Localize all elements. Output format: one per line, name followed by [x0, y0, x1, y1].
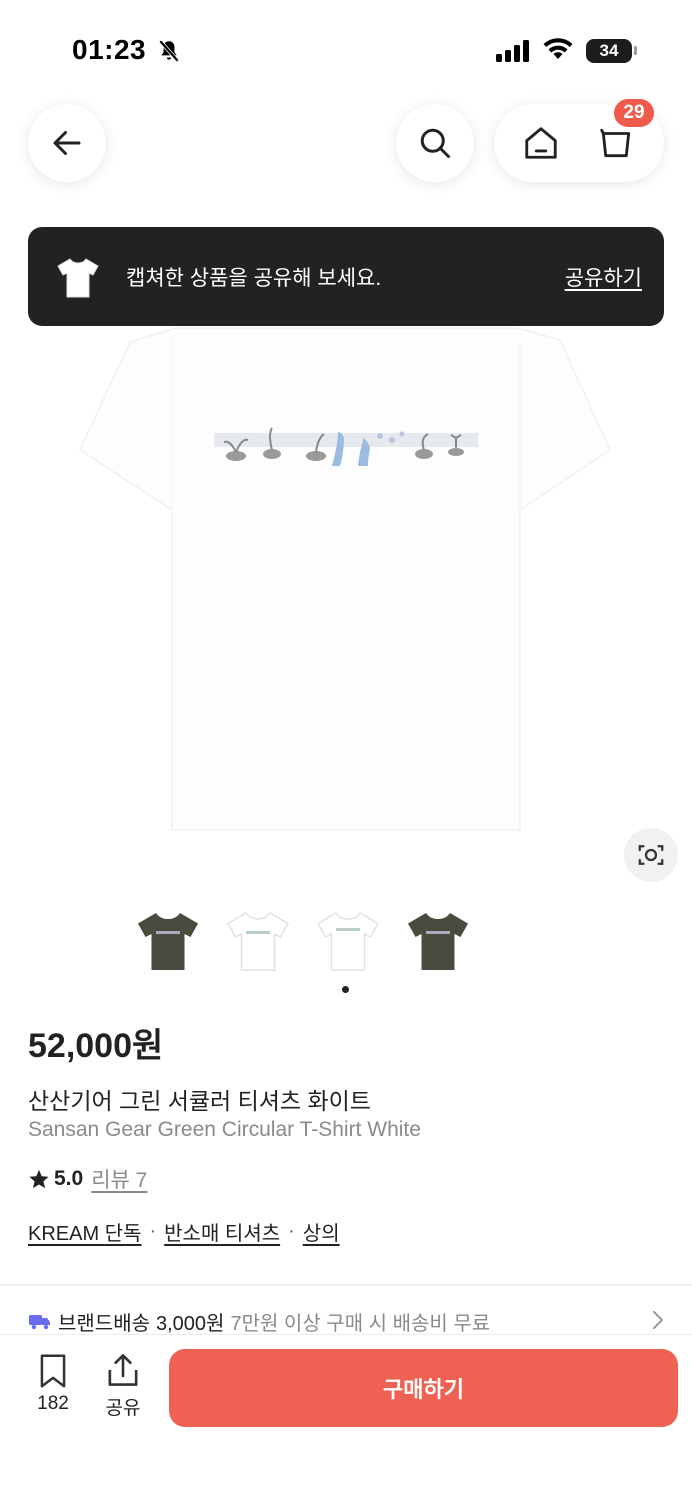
review-link[interactable]: 리뷰 7 [91, 1164, 147, 1194]
thumbnail-1[interactable] [130, 900, 206, 980]
category-tags: KREAM 단독 · 반소매 티셔츠 · 상의 [28, 1217, 340, 1246]
cart-count-badge: 29 [614, 99, 654, 127]
product-main-image[interactable] [0, 300, 692, 880]
product-name-english: Sansan Gear Green Circular T-Shirt White [28, 1118, 421, 1141]
status-time: 01:23 [72, 34, 147, 65]
tag-kream-exclusive[interactable]: KREAM 단독 [28, 1217, 141, 1246]
share-icon [108, 1354, 138, 1386]
camera-lens-icon [638, 845, 664, 865]
bell-off-icon [156, 38, 182, 69]
status-bar: 01:23 34 [0, 0, 692, 100]
bottom-action-bar: 182 공유 구매하기 [0, 1334, 692, 1500]
tag-separator: · [149, 1220, 157, 1242]
tag-separator: · [288, 1220, 295, 1242]
share-button[interactable]: 공유 [100, 1351, 146, 1420]
cart-icon [600, 128, 631, 158]
cart-button[interactable]: 29 [596, 99, 654, 163]
home-cart-group: 29 [494, 99, 664, 182]
battery-icon: 34 [586, 39, 632, 63]
thumbnail-3[interactable] [310, 900, 386, 980]
thumbnail-4[interactable] [400, 900, 476, 980]
battery-nub [634, 46, 637, 55]
buy-button[interactable]: 구매하기 [169, 1349, 678, 1427]
star-icon [29, 1169, 49, 1189]
home-button[interactable] [522, 124, 560, 162]
tag-tops[interactable]: 상의 [303, 1217, 340, 1246]
toast-product-thumbnail [54, 253, 102, 301]
tag-short-sleeve-tshirt[interactable]: 반소매 티셔츠 [164, 1217, 280, 1246]
wifi-icon [542, 37, 574, 66]
section-divider [0, 1284, 692, 1286]
rating-row: 5.0 리뷰 7 [28, 1164, 147, 1194]
home-icon [525, 127, 557, 159]
thumbnail-2[interactable] [220, 900, 296, 980]
shipping-note: 7만원 이상 구매 시 배송비 무료 [230, 1312, 491, 1335]
shipping-info-row[interactable]: 브랜드배송 3,000원 7만원 이상 구매 시 배송비 무료 [28, 1306, 668, 1336]
bookmark-button[interactable]: 182 [30, 1353, 76, 1415]
thumbnail-strip [130, 900, 476, 980]
shipping-fee: 3,000원 [156, 1312, 225, 1335]
back-button[interactable] [28, 104, 106, 182]
share-label: 공유 [105, 1398, 141, 1419]
back-arrow-icon [53, 131, 81, 155]
chevron-right-icon [650, 1308, 666, 1336]
search-icon [420, 128, 450, 158]
toast-share-link[interactable]: 공유하기 [565, 262, 642, 292]
bookmark-icon [40, 1354, 66, 1388]
product-name-korean: 산산기어 그린 서큘러 티셔츠 화이트 [28, 1088, 371, 1114]
toast-message: 캡쳐한 상품을 공유해 보세요. [126, 266, 382, 290]
shipping-label: 브랜드배송 [58, 1312, 150, 1335]
image-search-button[interactable] [624, 828, 678, 882]
search-button[interactable] [396, 104, 474, 182]
truck-icon [28, 1311, 52, 1331]
pager-dot [342, 986, 349, 993]
rating-score: 5.0 [54, 1167, 84, 1190]
signal-icon [496, 40, 532, 67]
product-price: 52,000원 [28, 1027, 164, 1065]
share-toast: 캡쳐한 상품을 공유해 보세요. 공유하기 [28, 227, 664, 326]
bookmark-count: 182 [37, 1393, 69, 1414]
